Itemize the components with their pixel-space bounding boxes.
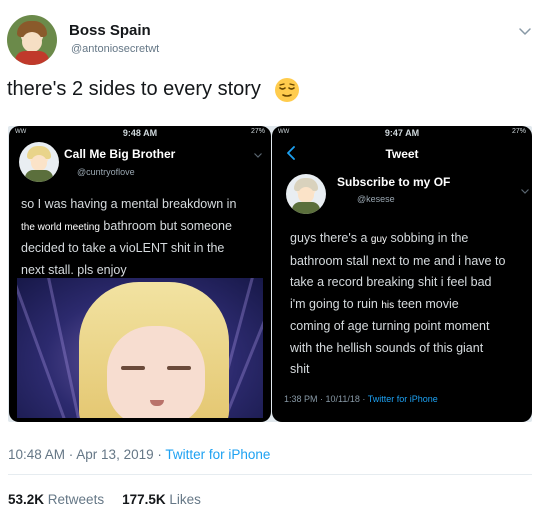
retweets-count: 53.2K (8, 492, 45, 507)
left-line-2-rest: bathroom but someone (99, 218, 232, 233)
author-handle[interactable]: @antoniosecretwt (71, 43, 159, 55)
right-line-4-a: i'm going to ruin (290, 296, 382, 311)
right-screenshot[interactable]: WW 9:47 AM 27% Tweet Subscribe to my OF … (272, 126, 532, 422)
avatar-shirt (15, 51, 49, 65)
left-line-3: decided to take a vioLENT shit in the (21, 241, 225, 255)
left-line-2-small: the world meeting (21, 221, 100, 233)
right-line-6: with the hellish sounds of this giant (290, 340, 484, 355)
tweet-media[interactable]: WW 9:48 AM 27% Call Me Big Brother @cunt… (8, 126, 532, 422)
author-avatar[interactable] (7, 15, 57, 65)
likes-stat[interactable]: 177.5K Likes (122, 492, 201, 507)
likes-label: Likes (169, 492, 201, 507)
engagement-stats: 53.2K Retweets 177.5K Likes (8, 492, 201, 507)
left-user-name: Call Me Big Brother (64, 147, 176, 161)
anime-crying-image[interactable] (17, 278, 263, 418)
author-display-name[interactable]: Boss Spain (69, 22, 151, 39)
right-line-1: guys there's a guy sobbing in the (290, 228, 505, 251)
right-user-avatar (286, 174, 326, 214)
left-user-handle: @cuntryoflove (77, 167, 135, 177)
right-line-7: shit (290, 362, 310, 376)
status-time: 9:48 AM (122, 128, 158, 138)
right-line-4-b: teen movie (394, 296, 459, 311)
left-screenshot[interactable]: WW 9:48 AM 27% Call Me Big Brother @cunt… (9, 126, 271, 422)
right-line-2: bathroom stall next to me and i have to (290, 253, 506, 268)
right-line-3: take a record breaking shit i feel bad (290, 275, 492, 289)
left-user-avatar (19, 142, 59, 182)
tweet-timestamp: 10:48 AM · Apr 13, 2019 · Twitter for iP… (8, 447, 270, 462)
left-tweet-body: so I was having a mental breakdown in th… (21, 194, 236, 281)
relieved-face-emoji-icon (275, 78, 299, 102)
left-line-1: so I was having a mental breakdown in (21, 197, 237, 211)
battery-label: 27% (250, 128, 265, 135)
retweets-label: Retweets (47, 492, 105, 507)
status-time: 9:47 AM (384, 128, 420, 138)
avatar-face (22, 32, 42, 52)
right-user-name: Subscribe to my OF (337, 175, 451, 189)
right-line-1-small: guy (370, 234, 388, 245)
chevron-down-icon[interactable] (518, 24, 532, 38)
right-line-4: i'm going to ruin his teen movie (290, 294, 505, 317)
status-bar: WW 9:48 AM 27% (9, 128, 271, 140)
right-line-1-a: guys there's a (290, 231, 371, 245)
battery-label: 27% (511, 128, 526, 135)
tweet-card: Boss Spain @antoniosecretwt there's 2 si… (0, 0, 540, 523)
tweet-header-title: Tweet (385, 147, 419, 161)
left-line-2: the world meeting bathroom but someone (21, 216, 236, 239)
right-user-handle: @kesese (357, 194, 395, 204)
chevron-down-icon (254, 153, 262, 158)
status-bar: WW 9:47 AM 27% (272, 128, 532, 140)
right-line-4-small: his (381, 299, 395, 311)
retweets-stat[interactable]: 53.2K Retweets (8, 492, 104, 507)
right-line-5: coming of age turning point moment (290, 319, 490, 333)
right-line-1-b: sobbing in the (387, 231, 469, 245)
timestamp-text[interactable]: 10:48 AM · Apr 13, 2019 · (8, 447, 165, 462)
tweet-text: there's 2 sides to every story (7, 78, 261, 100)
likes-count: 177.5K (122, 492, 166, 507)
divider (8, 474, 532, 475)
right-meta-source[interactable]: Twitter for iPhone (368, 394, 438, 404)
right-meta-time: 1:38 PM · 10/11/18 · (284, 394, 368, 404)
source-link[interactable]: Twitter for iPhone (165, 447, 270, 462)
chevron-down-icon (521, 189, 529, 194)
right-tweet-meta: 1:38 PM · 10/11/18 · Twitter for iPhone (284, 394, 438, 404)
right-tweet-body: guys there's a guy sobbing in the bathro… (290, 228, 505, 381)
